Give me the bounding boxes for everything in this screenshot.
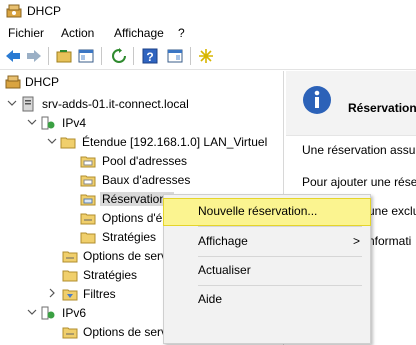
- options-icon: [62, 327, 78, 339]
- forward-arrow-icon[interactable]: [25, 47, 43, 65]
- menu-item-help[interactable]: Aide: [164, 287, 370, 311]
- info-line-1: Une réservation assur: [302, 143, 416, 157]
- up-folder-icon[interactable]: [55, 47, 73, 65]
- reservations-icon: [80, 194, 96, 206]
- submenu-arrow-icon: >: [352, 234, 360, 248]
- options-icon: [62, 251, 78, 263]
- results-header: Réservation: [286, 71, 416, 136]
- show-action-pane-icon[interactable]: [166, 47, 184, 65]
- options-icon: [80, 213, 96, 225]
- info-icon: [303, 86, 331, 114]
- folder-icon: [60, 137, 76, 149]
- menu-help[interactable]: ?: [178, 26, 185, 40]
- ipv6-icon: [41, 306, 55, 320]
- filter-icon: [62, 289, 78, 301]
- menu-separator: [198, 285, 362, 286]
- ipv4-icon: [41, 116, 55, 130]
- expand-arrow-icon[interactable]: [46, 135, 58, 147]
- help-icon[interactable]: ?: [141, 47, 159, 65]
- address-pool-icon: [80, 156, 96, 168]
- policies-icon: [80, 232, 96, 244]
- window-title: DHCP: [27, 4, 62, 18]
- menu-item-view[interactable]: Affichage >: [164, 229, 370, 253]
- results-header-title: Réservation: [348, 101, 416, 115]
- menu-affichage[interactable]: Affichage: [114, 26, 164, 40]
- expand-arrow-icon[interactable]: [6, 97, 18, 109]
- dhcp-app-icon: [6, 4, 22, 18]
- back-arrow-icon[interactable]: [4, 47, 22, 65]
- expand-arrow-icon[interactable]: [26, 116, 38, 128]
- policies-icon: [62, 270, 78, 282]
- info-line-3: une exclu: [368, 204, 416, 218]
- menu-bar: Fichier Action Affichage ?: [0, 22, 416, 42]
- menu-item-new-reservation[interactable]: Nouvelle réservation...: [163, 198, 371, 226]
- info-line-4: nformati: [368, 234, 412, 248]
- new-star-icon[interactable]: [197, 47, 215, 65]
- svg-text:?: ?: [146, 50, 153, 64]
- expand-arrow-icon[interactable]: [26, 306, 38, 318]
- server-icon: [22, 96, 34, 112]
- menu-separator: [198, 226, 362, 227]
- menu-action[interactable]: Action: [61, 26, 94, 40]
- menu-separator: [198, 256, 362, 257]
- collapse-arrow-icon[interactable]: [46, 287, 58, 299]
- menu-item-refresh[interactable]: Actualiser: [164, 258, 370, 282]
- refresh-icon[interactable]: [110, 47, 128, 65]
- show-hide-tree-icon[interactable]: [77, 47, 95, 65]
- toolbar: ?: [0, 42, 416, 70]
- address-leases-icon: [80, 175, 96, 187]
- dhcp-icon: [5, 75, 21, 89]
- info-line-2: Pour ajouter une réser: [302, 175, 416, 189]
- title-bar: DHCP: [0, 0, 416, 22]
- context-menu: Nouvelle réservation... Affichage > Actu…: [163, 194, 371, 344]
- menu-fichier[interactable]: Fichier: [8, 26, 44, 40]
